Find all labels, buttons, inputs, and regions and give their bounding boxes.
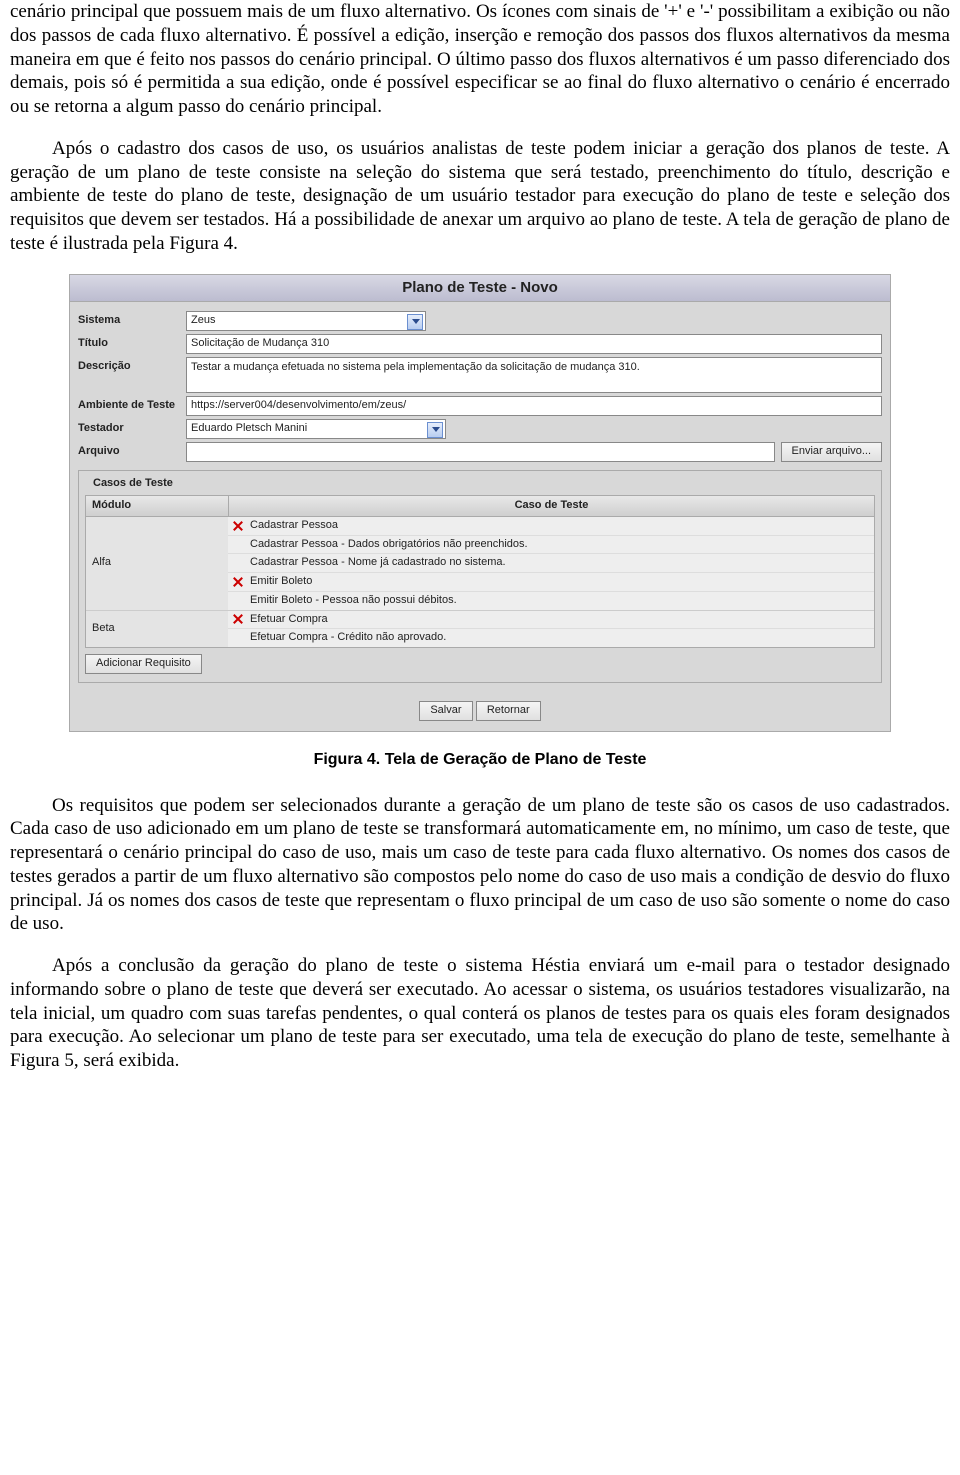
paragraph-3: Os requisitos que podem ser selecionados…	[10, 794, 950, 937]
icon-spacer	[232, 538, 244, 550]
case-name: Cadastrar Pessoa - Dados obrigatórios nã…	[250, 538, 528, 552]
cases-cell: Efetuar Compra Efetuar Compra - Crédito n…	[228, 611, 874, 648]
textarea-descricao[interactable]: Testar a mudança efetuada no sistema pel…	[186, 357, 882, 393]
figure-4: Plano de Teste - Novo Sistema Zeus Títul…	[10, 274, 950, 770]
case-name: Cadastrar Pessoa	[250, 519, 338, 533]
paragraph-2: Após o cadastro dos casos de uso, os usu…	[10, 137, 950, 256]
table-row: Emitir Boleto	[228, 573, 874, 592]
icon-spacer	[232, 595, 244, 607]
table-row: Efetuar Compra	[228, 611, 874, 630]
paragraph-1: cenário principal que possuem mais de um…	[10, 0, 950, 119]
table-row: Emitir Boleto - Pessoa não possui débito…	[228, 592, 874, 610]
figure-4-window: Plano de Teste - Novo Sistema Zeus Títul…	[69, 274, 891, 732]
table-group: Beta Efetuar Compra Efetuar Compra - Crédi…	[86, 611, 874, 648]
add-requisito-button[interactable]: Adicionar Requisito	[85, 654, 202, 674]
header-modulo: Módulo	[86, 496, 229, 516]
cases-cell: Cadastrar Pessoa Cadastrar Pessoa - Dados…	[228, 517, 874, 610]
case-name: Cadastrar Pessoa - Nome já cadastrado no…	[250, 556, 506, 570]
delete-icon[interactable]	[232, 576, 244, 588]
table-row: Efetuar Compra - Crédito não aprovado.	[228, 629, 874, 647]
upload-file-button[interactable]: Enviar arquivo...	[781, 442, 882, 462]
figure-4-caption: Figura 4. Tela de Geração de Plano de Te…	[10, 750, 950, 770]
table-group: Alfa Cadastrar Pessoa Cadastrar Pessoa - D…	[86, 517, 874, 611]
fieldset-casos-de-teste: Casos de Teste Módulo Caso de Teste Alfa…	[78, 470, 882, 683]
icon-spacer	[232, 557, 244, 569]
input-ambiente[interactable]: https://server004/desenvolvimento/em/zeu…	[186, 396, 882, 416]
chevron-down-icon	[412, 319, 420, 324]
select-testador[interactable]: Eduardo Pletsch Manini	[186, 419, 446, 439]
label-ambiente: Ambiente de Teste	[78, 396, 186, 413]
label-sistema: Sistema	[78, 311, 186, 328]
select-sistema-value: Zeus	[191, 314, 215, 326]
label-arquivo: Arquivo	[78, 442, 186, 459]
case-name: Emitir Boleto - Pessoa não possui débito…	[250, 594, 457, 608]
table-row: Cadastrar Pessoa - Nome já cadastrado no…	[228, 554, 874, 573]
module-cell: Beta	[86, 611, 228, 648]
header-caso: Caso de Teste	[229, 496, 874, 516]
icon-spacer	[232, 632, 244, 644]
table-row: Cadastrar Pessoa	[228, 517, 874, 536]
select-testador-value: Eduardo Pletsch Manini	[191, 422, 307, 434]
paragraph-4: Após a conclusão da geração do plano de …	[10, 954, 950, 1073]
case-name: Emitir Boleto	[250, 575, 312, 589]
window-title: Plano de Teste - Novo	[70, 275, 890, 303]
chevron-down-icon	[432, 427, 440, 432]
module-cell: Alfa	[86, 517, 228, 610]
delete-icon[interactable]	[232, 613, 244, 625]
case-name: Efetuar Compra - Crédito não aprovado.	[250, 631, 446, 645]
delete-icon[interactable]	[232, 520, 244, 532]
case-name: Efetuar Compra	[250, 613, 328, 627]
input-arquivo[interactable]	[186, 442, 775, 462]
table-body: Alfa Cadastrar Pessoa Cadastrar Pessoa - D…	[85, 517, 875, 648]
table-row: Cadastrar Pessoa - Dados obrigatórios nã…	[228, 536, 874, 555]
fieldset-legend: Casos de Teste	[89, 477, 177, 491]
table-header: Módulo Caso de Teste	[85, 495, 875, 517]
label-testador: Testador	[78, 419, 186, 436]
select-sistema[interactable]: Zeus	[186, 311, 426, 331]
input-titulo[interactable]: Solicitação de Mudança 310	[186, 334, 882, 354]
save-button[interactable]: Salvar	[419, 701, 472, 721]
label-descricao: Descrição	[78, 357, 186, 374]
form-footer: Salvar Retornar	[70, 693, 890, 731]
return-button[interactable]: Retornar	[476, 701, 541, 721]
label-titulo: Título	[78, 334, 186, 351]
